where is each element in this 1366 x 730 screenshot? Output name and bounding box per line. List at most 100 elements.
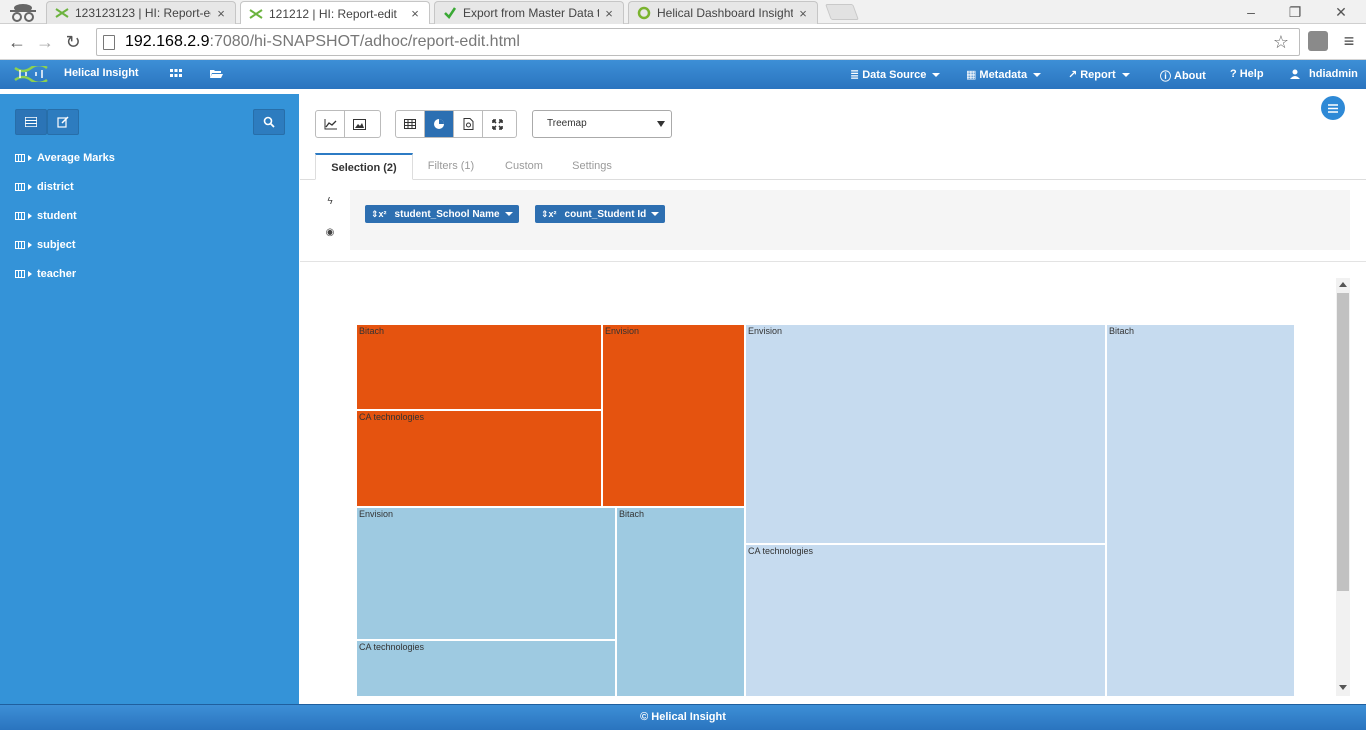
hamburger-icon (1328, 103, 1338, 113)
tab-title: 121212 | HI: Report-edit (269, 6, 397, 21)
data-source-menu[interactable]: ≣ Data Source (850, 68, 941, 81)
tab-selection[interactable]: Selection (2) (315, 153, 413, 180)
treemap-chart: Bitach CA technologies Envision Envision… (356, 324, 1295, 697)
table-icon (15, 183, 25, 191)
tree-item-average-marks[interactable]: Average Marks (15, 152, 115, 164)
table-icon: ▦ (966, 69, 977, 81)
caret-down-icon[interactable] (651, 212, 660, 216)
tree-item-label: district (37, 181, 74, 193)
restore-button[interactable]: ❐ (1280, 2, 1310, 22)
minimize-button[interactable]: – (1236, 2, 1266, 22)
close-tab-icon[interactable]: × (215, 6, 227, 21)
line-chart-button[interactable] (316, 111, 345, 137)
treemap-cell[interactable]: Envision (602, 324, 745, 507)
lightning-icon[interactable]: ϟ (324, 196, 336, 208)
metadata-menu[interactable]: ▦ Metadata (966, 68, 1042, 81)
report-menu[interactable]: ↗ Report (1068, 68, 1130, 81)
treemap-cell[interactable]: CA technologies (745, 544, 1106, 697)
scroll-down-icon[interactable] (1339, 685, 1347, 690)
back-arrow-icon[interactable]: ← (6, 31, 28, 53)
tab-title: Helical Dashboard Insight (657, 6, 793, 20)
table-view-button[interactable] (396, 111, 425, 137)
treemap-cell[interactable]: Bitach (1106, 324, 1295, 697)
tab-filters[interactable]: Filters (1) (420, 153, 482, 180)
extension-icon[interactable] (1308, 31, 1328, 51)
chart-view-button[interactable] (425, 111, 454, 137)
tab-title: 123123123 | HI: Report-ed (75, 6, 211, 20)
close-tab-icon[interactable]: × (603, 6, 615, 21)
table-icon (15, 212, 25, 220)
caret-down-icon[interactable] (504, 212, 513, 216)
tab-settings[interactable]: Settings (564, 153, 620, 180)
data-source-label: Data Source (862, 68, 927, 81)
browser-tabbar: 123123123 | HI: Report-ed × 121212 | HI:… (0, 0, 1366, 25)
browser-menu-icon[interactable]: ≡ (1340, 30, 1358, 52)
footer: © Helical Insight (0, 704, 1366, 730)
tree-item-label: subject (37, 239, 76, 251)
ring-favicon-icon (637, 6, 651, 20)
bookmark-star-icon[interactable]: ☆ (1273, 32, 1289, 53)
export-button[interactable] (454, 111, 483, 137)
fullscreen-button[interactable] (483, 111, 512, 137)
treemap-cell[interactable]: Envision (356, 507, 616, 640)
tree-item-subject[interactable]: subject (15, 239, 76, 251)
tab-custom[interactable]: Custom (496, 153, 552, 180)
sort-icon[interactable]: ⇕x² (371, 209, 387, 220)
app-brand[interactable]: Helical Insight (64, 67, 139, 79)
new-tab-button[interactable] (825, 4, 859, 20)
close-tab-icon[interactable]: × (409, 6, 421, 21)
caret-right-icon (28, 184, 32, 190)
tree-item-label: Average Marks (37, 152, 115, 164)
page-icon (103, 34, 115, 50)
treemap-cell[interactable]: CA technologies (356, 640, 616, 697)
url-input[interactable]: 192.168.2.9:7080/hi-SNAPSHOT/adhoc/repor… (96, 28, 1300, 56)
pie-chart-icon (434, 119, 444, 129)
expand-icon (492, 118, 503, 130)
selection-pill-school-name[interactable]: ⇕x² student_School Name (365, 205, 519, 223)
forward-arrow-icon[interactable]: → (34, 31, 56, 53)
help-link[interactable]: ? Help (1230, 68, 1264, 80)
list-icon (25, 117, 37, 127)
file-export-icon (463, 118, 473, 130)
treemap-cell[interactable]: Bitach (356, 324, 602, 410)
user-menu[interactable]: hdiadmin (1290, 68, 1358, 80)
treemap-cell[interactable]: Bitach (616, 507, 745, 697)
options-menu-button[interactable] (1321, 96, 1345, 120)
user-label: hdiadmin (1309, 68, 1358, 80)
edit-button[interactable] (47, 109, 79, 135)
browser-tab[interactable]: 123123123 | HI: Report-ed × (46, 1, 236, 24)
selection-pill-student-id[interactable]: ⇕x² count_Student Id (535, 205, 666, 223)
grid-icon[interactable] (168, 66, 184, 82)
section-divider (300, 261, 1366, 262)
tree-item-student[interactable]: student (15, 210, 77, 222)
folder-open-icon[interactable] (208, 66, 224, 82)
app-navbar: Helical Insight ≣ Data Source ▦ Metadata… (0, 60, 1366, 89)
browser-tab[interactable]: Export from Master Data t × (434, 1, 624, 24)
close-window-button[interactable]: ✕ (1326, 2, 1356, 22)
caret-right-icon (28, 242, 32, 248)
table-icon (15, 241, 25, 249)
treemap-cell[interactable]: Envision (745, 324, 1106, 544)
tree-item-district[interactable]: district (15, 181, 74, 193)
browser-tab-active[interactable]: 121212 | HI: Report-edit × (240, 1, 430, 25)
browser-tab[interactable]: Helical Dashboard Insight × (628, 1, 818, 24)
tree-item-label: student (37, 210, 77, 222)
sort-icon[interactable]: ⇕x² (541, 209, 557, 220)
search-button[interactable] (253, 109, 285, 135)
eye-slash-icon[interactable]: ◉ (324, 227, 336, 239)
question-icon: ? (1230, 68, 1237, 80)
image-button[interactable] (345, 111, 374, 137)
chart-scrollbar-thumb[interactable] (1337, 293, 1349, 591)
treemap-cell[interactable]: CA technologies (356, 410, 602, 507)
reload-icon[interactable]: ↻ (62, 31, 84, 53)
incognito-icon (10, 4, 36, 22)
image-icon (353, 118, 366, 130)
toolbar-group-1 (315, 110, 381, 138)
about-link[interactable]: ⓘ About (1160, 68, 1206, 84)
chart-type-select[interactable]: Treemap (532, 110, 672, 138)
line-chart-icon: ↗ (1068, 69, 1078, 81)
tree-item-teacher[interactable]: teacher (15, 268, 76, 280)
close-tab-icon[interactable]: × (797, 6, 809, 21)
scroll-up-icon[interactable] (1339, 282, 1347, 287)
list-view-button[interactable] (15, 109, 47, 135)
